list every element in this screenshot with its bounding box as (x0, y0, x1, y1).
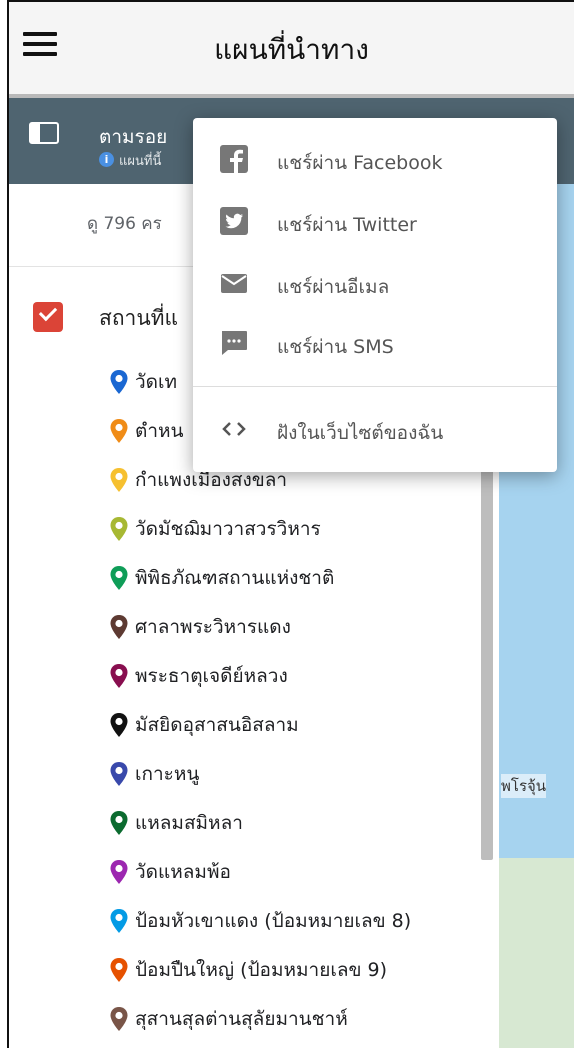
share-sms-item[interactable]: แชร์ผ่าน SMS (193, 314, 557, 374)
map-land (499, 858, 574, 1048)
place-item[interactable]: แหลมสมิหลา (109, 803, 243, 843)
place-label: วัดเท (135, 371, 178, 393)
share-twitter-item[interactable]: แชร์ผ่าน Twitter (193, 192, 557, 252)
place-label: วัดมัชฌิมาวาสวรวิหาร (135, 518, 321, 540)
place-label: ป้อมปืนใหญ่ (ป้อมหมายเลข 9) (135, 959, 388, 981)
place-label: สุสานสุลต่านสุลัยมานชาห์ (135, 1008, 348, 1030)
map-pin-icon (109, 859, 129, 885)
map-pin-icon (109, 1006, 129, 1032)
place-item[interactable]: ตำหน (109, 411, 184, 451)
share-facebook-item[interactable]: แชร์ผ่าน Facebook (193, 130, 557, 190)
place-label: พิพิธภัณฑสถานแห่งชาติ (135, 567, 335, 589)
place-item[interactable]: ศาลาพระวิหารแดง (109, 607, 291, 647)
map-pin-icon (109, 810, 129, 836)
place-item[interactable]: เกาะหนู (109, 754, 199, 794)
map-place-label: พโรจุ้น (501, 774, 547, 798)
email-icon (219, 268, 249, 298)
menu-divider (193, 386, 557, 387)
place-item[interactable]: วัดเท (109, 362, 177, 402)
app-frame: แผนที่นำทาง พโรจุ้น ตามรอย i แผนที่นี้ ด… (7, 0, 574, 1048)
share-email-item[interactable]: แชร์ผ่านอีเมล (193, 254, 557, 314)
place-item[interactable]: วัดแหลมพ้อ (109, 852, 231, 892)
place-item[interactable]: วัดมัชฌิมาวาสวรวิหาร (109, 509, 321, 549)
place-item[interactable]: มัสยิดอุสาสนอิสลาม (109, 705, 299, 745)
place-item[interactable]: สุสานสุลต่านสุลัยมานชาห์ (109, 999, 348, 1039)
share-menu: แชร์ผ่าน Facebook แชร์ผ่าน Twitter แชร์ผ… (193, 118, 557, 472)
map-pin-icon (109, 712, 129, 738)
place-label: มัสยิดอุสาสนอิสลาม (135, 714, 299, 736)
map-pin-icon (109, 908, 129, 934)
view-count: ดู 796 คร (87, 214, 162, 234)
map-pin-icon (109, 418, 129, 444)
map-pin-icon (109, 565, 129, 591)
layer-checkbox[interactable] (33, 302, 63, 332)
sms-icon (219, 328, 249, 358)
place-item[interactable]: พระธาตุเจดีย์หลวง (109, 656, 288, 696)
share-facebook-label: แชร์ผ่าน Facebook (277, 152, 443, 174)
map-pin-icon (109, 957, 129, 983)
map-pin-icon (109, 663, 129, 689)
place-label: ตำหน (135, 420, 184, 442)
app-title: แผนที่นำทาง (214, 33, 369, 66)
map-pin-icon (109, 761, 129, 787)
place-label: วัดแหลมพ้อ (135, 861, 231, 883)
layer-group-label: สถานที่แ (99, 306, 179, 330)
place-label: แหลมสมิหลา (135, 812, 243, 834)
embed-map-item[interactable]: ฝังในเว็บไซต์ของฉัน (193, 400, 557, 460)
embed-code-icon (219, 414, 249, 444)
map-pin-icon (109, 467, 129, 493)
place-item[interactable]: พิพิธภัณฑสถานแห่งชาติ (109, 558, 334, 598)
share-email-label: แชร์ผ่านอีเมล (277, 276, 390, 298)
app-bar: แผนที่นำทาง (9, 2, 574, 98)
share-twitter-label: แชร์ผ่าน Twitter (277, 214, 417, 236)
map-subtitle: แผนที่นี้ (119, 154, 162, 169)
place-label: เกาะหนู (135, 763, 200, 785)
map-pin-icon (109, 614, 129, 640)
map-title: ตามรอย (99, 126, 168, 148)
place-label: พระธาตุเจดีย์หลวง (135, 665, 288, 687)
share-sms-label: แชร์ผ่าน SMS (277, 336, 394, 358)
place-item[interactable]: ป้อมหัวเขาแดง (ป้อมหมายเลข 8) (109, 901, 411, 941)
place-label: ป้อมหัวเขาแดง (ป้อมหมายเลข 8) (135, 910, 412, 932)
map-pin-icon (109, 516, 129, 542)
embed-map-label: ฝังในเว็บไซต์ของฉัน (277, 422, 444, 444)
collapse-panel-icon[interactable] (29, 122, 59, 144)
map-pin-icon (109, 369, 129, 395)
facebook-icon (219, 144, 249, 174)
twitter-icon (219, 206, 249, 236)
place-item[interactable]: ป้อมปืนใหญ่ (ป้อมหมายเลข 9) (109, 950, 387, 990)
place-label: ศาลาพระวิหารแดง (135, 616, 291, 638)
info-icon[interactable]: i (99, 152, 114, 167)
